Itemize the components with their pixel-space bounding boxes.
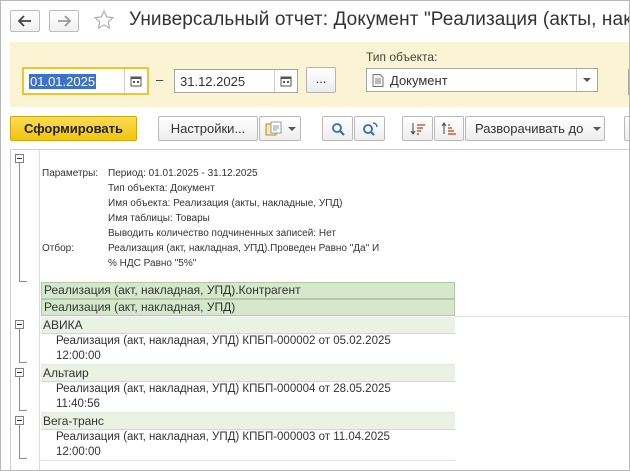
outline-line	[19, 163, 20, 281]
parameter-line: Тип объекта: Документ	[108, 183, 215, 194]
object-type-label: Тип объекта:	[366, 50, 438, 64]
outline-line	[19, 458, 27, 459]
sort-descending-button[interactable]	[402, 116, 433, 141]
report-spreadsheet[interactable]: Параметры: Период: 01.01.2025 - 31.12.20…	[10, 149, 629, 470]
chevron-down-icon	[593, 126, 602, 131]
star-icon[interactable]	[93, 9, 115, 31]
parameter-line: Имя объекта: Реализация (акты, накладные…	[108, 198, 343, 209]
document-link[interactable]: Реализация (акт, накладная, УПД) КПБП-00…	[56, 382, 455, 397]
document-link[interactable]: Реализация (акт, накладная, УПД) КПБП-00…	[56, 430, 455, 445]
sort-descending-icon	[410, 122, 425, 135]
parameter-line: Имя таблицы: Товары	[108, 213, 210, 224]
outline-line	[19, 425, 20, 458]
report-variant-icon	[265, 121, 282, 135]
expand-to-button[interactable]: Разворачивать до	[465, 116, 605, 141]
outline-line	[19, 377, 20, 410]
document-time: 11:40:56	[56, 398, 100, 410]
filter-title: Отбор:	[42, 243, 74, 254]
title-bar: Универсальный отчет: Документ "Реализаци…	[1, 1, 629, 41]
date-to-calendar-button[interactable]	[274, 70, 297, 92]
date-separator: –	[156, 72, 164, 87]
document-icon	[372, 74, 384, 87]
date-from-calendar-button[interactable]	[124, 69, 147, 93]
collapse-minus-icon[interactable]	[15, 320, 24, 329]
search-next-icon	[362, 121, 378, 136]
parameter-line: Период: 01.01.2025 - 31.12.2025	[108, 168, 258, 179]
chevron-down-icon	[288, 126, 296, 131]
document-time: 12:00:00	[56, 446, 101, 458]
settings-button[interactable]: Настройки...	[158, 116, 258, 141]
filter-line: % НДС Равно "5%"	[108, 258, 197, 269]
collapse-minus-icon[interactable]	[15, 368, 24, 377]
calendar-icon	[130, 76, 142, 87]
calendar-icon	[280, 76, 292, 87]
header-bottom-rule	[455, 316, 629, 317]
choose-period-button[interactable]: ...	[306, 67, 336, 93]
date-to-field[interactable]: 31.12.2025	[174, 69, 298, 93]
arrow-left-icon	[18, 15, 31, 27]
date-to-value: 31.12.2025	[180, 74, 246, 89]
more-button[interactable]	[624, 116, 629, 141]
expand-to-label: Разворачивать до	[475, 121, 584, 136]
sort-ascending-icon	[441, 121, 456, 135]
search-button[interactable]	[322, 116, 353, 141]
outline-line	[19, 362, 27, 363]
date-from-value: 01.01.2025	[29, 74, 97, 89]
header-row-document: Реализация (акт, накладная, УПД)	[41, 299, 455, 316]
report-variant-button[interactable]	[259, 116, 301, 141]
group-row[interactable]: АВИКА	[41, 317, 455, 334]
report-window: Универсальный отчет: Документ "Реализаци…	[0, 0, 630, 471]
object-type-dropdown[interactable]	[576, 69, 597, 91]
date-from-field[interactable]: 01.01.2025	[22, 67, 149, 95]
generate-report-button[interactable]: Сформировать	[10, 116, 137, 141]
detail-row[interactable]: Реализация (акт, накладная, УПД) КПБП-00…	[41, 334, 455, 365]
detail-row[interactable]: Реализация (акт, накладная, УПД) КПБП-00…	[41, 382, 455, 413]
search-next-button[interactable]	[354, 116, 385, 141]
sort-ascending-button[interactable]	[434, 116, 464, 141]
document-link[interactable]: Реализация (акт, накладная, УПД) КПБП-00…	[56, 334, 455, 349]
outline-line	[19, 410, 27, 411]
object-type-select[interactable]: Документ	[366, 68, 598, 92]
filter-line: Реализация (акт, накладная, УПД).Проведе…	[108, 243, 380, 254]
window-title: Универсальный отчет: Документ "Реализаци…	[129, 9, 630, 30]
collapse-minus-icon[interactable]	[15, 416, 24, 425]
outline-line	[19, 281, 27, 282]
parameters-title: Параметры:	[42, 168, 99, 179]
group-row[interactable]: Вега-транс	[41, 413, 455, 430]
header-row-counterparty: Реализация (акт, накладная, УПД).Контраг…	[41, 282, 455, 299]
arrow-right-icon	[58, 15, 71, 27]
group-row[interactable]: Альтаир	[41, 365, 455, 382]
back-button[interactable]	[10, 10, 40, 32]
collapse-minus-icon[interactable]	[15, 154, 24, 163]
object-type-value: Документ	[390, 73, 448, 88]
document-time: 12:00:00	[56, 350, 101, 362]
parameter-line: Выводить количество подчиненных записей:…	[108, 228, 336, 239]
detail-row[interactable]: Реализация (акт, накладная, УПД) КПБП-00…	[41, 430, 455, 461]
forward-button[interactable]	[49, 10, 79, 32]
outline-line	[19, 329, 20, 362]
chevron-down-icon	[583, 78, 591, 82]
search-icon	[331, 122, 345, 136]
